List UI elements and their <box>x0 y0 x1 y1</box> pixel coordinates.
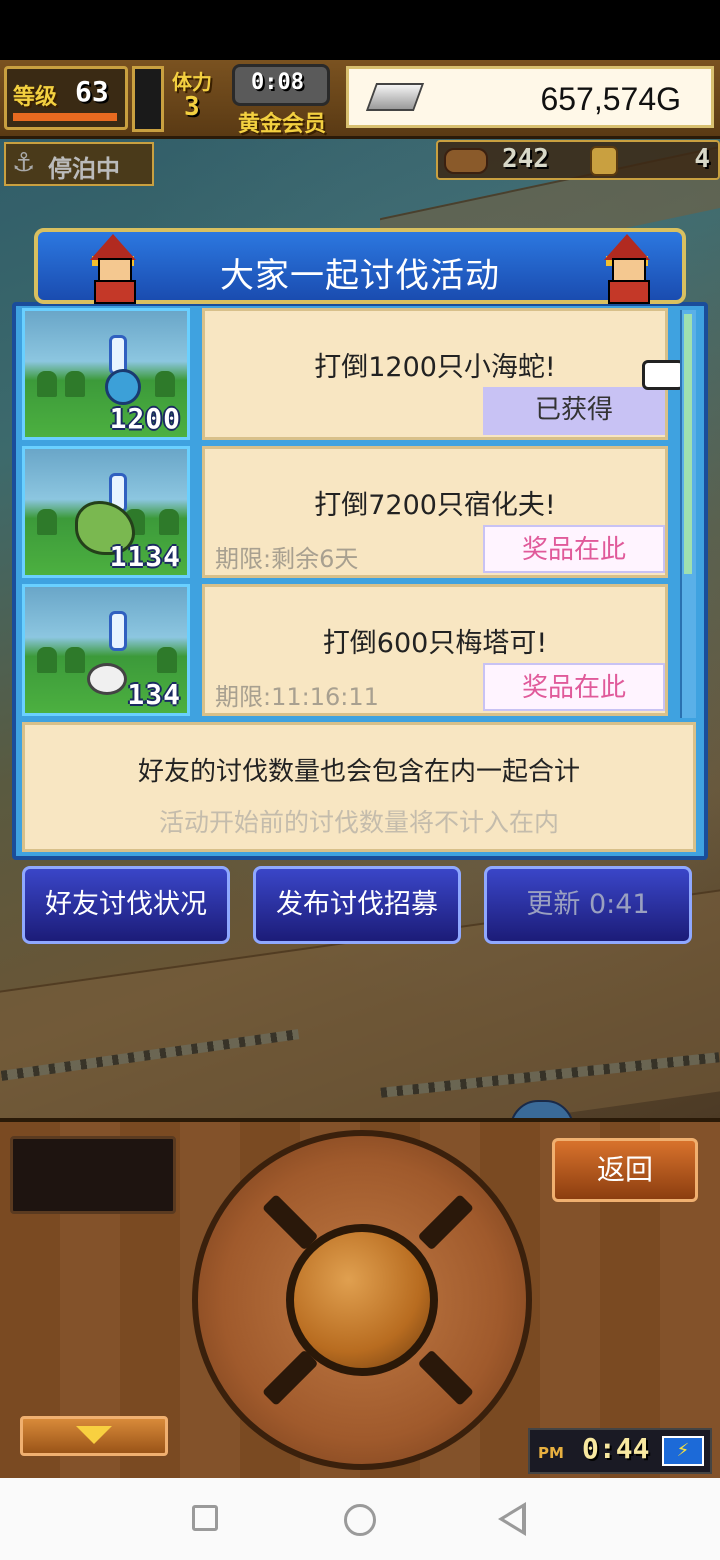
stamina-value: 3 <box>184 92 200 122</box>
info-note: 好友的讨伐数量也会包含在内一起合计 活动开始前的讨伐数量将不计入在内 <box>22 722 696 852</box>
mission-thumbnail: 1200 <box>22 308 190 440</box>
sea-serpent-icon <box>105 369 141 405</box>
docked-badge: ⚓ 停泊中 <box>4 142 154 186</box>
mission-card: 打倒600只梅塔可! 期限:11:16:11 奖品在此 <box>202 584 668 716</box>
mission-deadline: 期限:剩余6天 <box>215 545 359 573</box>
stamina-gauge <box>132 66 164 132</box>
scrollbar-thumb[interactable] <box>684 314 692 574</box>
mission-count: 1134 <box>109 540 181 573</box>
level-label: 等级 <box>13 85 58 110</box>
mission-title: 打倒600只梅塔可! <box>322 628 548 659</box>
gold-box: 657,574G <box>346 66 714 128</box>
clock-ampm: PM <box>538 1444 564 1462</box>
anchor-icon: ⚓ <box>12 148 36 178</box>
level-box: 等级 63 <box>4 66 128 130</box>
stamina-label: 体力 <box>172 70 212 94</box>
mission-thumbnail: 134 <box>22 584 190 716</box>
mission-card: 打倒7200只宿化夫! 期限:剩余6天 奖品在此 <box>202 446 668 578</box>
mission-count: 1200 <box>109 402 181 435</box>
level-value: 63 <box>75 75 109 108</box>
log-icon <box>444 148 488 174</box>
gold-amount: 657,574G <box>540 81 681 117</box>
mission-count: 134 <box>127 678 181 711</box>
timer: 0:08 <box>251 70 304 95</box>
empty-slot <box>10 1136 176 1214</box>
mission-row: 1134 打倒7200只宿化夫! 期限:剩余6天 奖品在此 <box>22 446 696 578</box>
note-line-1: 好友的讨伐数量也会包含在内一起合计 <box>137 757 580 787</box>
mission-card: 打倒1200只小海蛇! 已获得 <box>202 308 668 440</box>
friends-status-button[interactable]: 好友讨伐状况 <box>22 866 230 944</box>
note-line-2: 活动开始前的讨伐数量将不计入在内 <box>158 808 559 837</box>
exp-bar <box>13 113 117 121</box>
prize-button[interactable]: 奖品在此 <box>483 525 665 573</box>
mission-title: 打倒7200只宿化夫! <box>314 490 556 521</box>
white-beast-icon <box>87 663 127 695</box>
refresh-button[interactable]: 更新 0:41 <box>484 866 692 944</box>
mission-row: 134 打倒600只梅塔可! 期限:11:16:11 奖品在此 <box>22 584 696 716</box>
recent-apps-icon[interactable] <box>192 1505 218 1531</box>
post-recruit-button[interactable]: 发布讨伐招募 <box>253 866 461 944</box>
mission-deadline: 期限:11:16:11 <box>215 683 379 711</box>
top-hud: 等级 63 体力 3 0:08 黄金会员 657,574G <box>0 60 720 139</box>
mission-row: 1200 打倒1200只小海蛇! 已获得 <box>22 308 696 440</box>
exclamation-icon <box>109 611 127 651</box>
title-banner: 大家一起讨伐活动 <box>34 228 686 304</box>
silver-ingot-icon <box>365 83 425 111</box>
resource-a-value: 242 <box>502 144 549 174</box>
claimed-button[interactable]: 已获得 <box>483 387 665 435</box>
down-arrow-icon <box>76 1426 112 1444</box>
dial-center-button[interactable] <box>286 1224 438 1376</box>
coin-icon <box>590 146 618 176</box>
game-clock: PM 0:44 ⚡ <box>528 1428 712 1474</box>
timer-box: 0:08 <box>232 64 330 106</box>
mission-thumbnail: 1134 <box>22 446 190 578</box>
battery-icon: ⚡ <box>662 1436 704 1466</box>
back-triangle-icon[interactable] <box>498 1502 526 1536</box>
back-button[interactable]: 返回 <box>552 1138 698 1202</box>
membership-label: 黄金会员 <box>238 112 327 137</box>
home-icon[interactable] <box>344 1504 376 1536</box>
resource-b-value: 4 <box>694 144 710 174</box>
clock-time: 0:44 <box>582 1432 650 1465</box>
mission-title: 打倒1200只小海蛇! <box>314 352 556 383</box>
witch-mascot-right <box>596 234 658 304</box>
panel-title: 大家一起讨伐活动 <box>220 256 500 296</box>
docked-label: 停泊中 <box>48 155 120 183</box>
status-bar <box>0 0 720 60</box>
prize-button[interactable]: 奖品在此 <box>483 663 665 711</box>
resource-bar: 242 4 <box>436 140 720 180</box>
